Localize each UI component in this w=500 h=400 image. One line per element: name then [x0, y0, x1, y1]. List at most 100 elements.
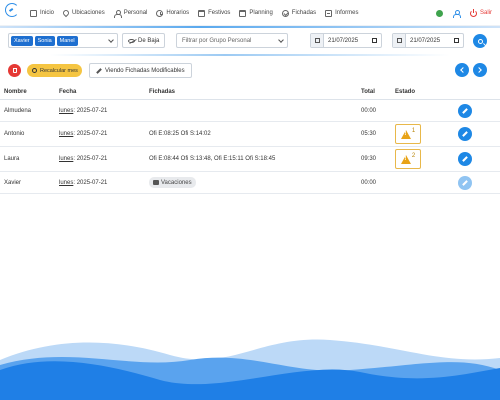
app-logo-icon[interactable]	[5, 3, 19, 17]
view-modifiable-button[interactable]: Viendo Fichadas Modificables	[89, 63, 192, 78]
table-header: Nombre Fecha Fichadas Total Estado	[0, 85, 500, 100]
nav-informes[interactable]: Informes	[325, 9, 359, 17]
cell-fichadas: Ofi E:08:44 Ofi S:13:48, Ofi E:15:11 Ofi…	[149, 156, 276, 162]
person-chip[interactable]: Manel	[56, 35, 78, 46]
date-from-input[interactable]: 21/07/2025	[324, 34, 381, 47]
warning-badge[interactable]: 1	[395, 124, 421, 144]
check-circle-icon	[281, 9, 289, 17]
chevron-left-icon	[460, 67, 466, 73]
cell-name: Laura	[4, 156, 20, 162]
nav-label: Horarios	[166, 10, 190, 16]
recalc-label: Recalcular mes	[40, 67, 78, 74]
group-filter-placeholder: Filtrar por Grupo Personal	[182, 37, 252, 44]
clock-icon	[32, 68, 37, 73]
table-row: Laura lunes: 2025-07-21 Ofi E:08:44 Ofi …	[0, 147, 500, 172]
calendar-icon	[396, 38, 402, 43]
edit-button[interactable]	[458, 127, 472, 141]
pencil-icon	[462, 180, 468, 186]
edit-button[interactable]	[458, 104, 472, 118]
delete-button[interactable]	[8, 64, 21, 77]
profile-user-icon[interactable]	[453, 9, 462, 18]
nav-label: Personal	[123, 10, 148, 16]
header-estado: Estado	[395, 89, 416, 95]
grid-icon	[30, 9, 37, 17]
nav-ubicaciones[interactable]: Ubicaciones	[61, 8, 105, 18]
calendar-picker-icon[interactable]	[454, 38, 459, 43]
nav-label: Inicio	[40, 10, 55, 16]
calendar-picker-icon[interactable]	[372, 38, 377, 43]
table-row: Almudena lunes: 2025-07-21 00:00	[0, 100, 500, 122]
user-icon	[114, 9, 123, 18]
language-globe-icon[interactable]	[435, 9, 443, 17]
nav-label: Ubicaciones	[72, 10, 105, 16]
edit-button[interactable]	[458, 152, 472, 166]
cell-dow[interactable]: lunes	[59, 180, 73, 186]
date-from-addon	[311, 34, 324, 47]
chevron-right-icon	[476, 67, 482, 73]
group-filter-select[interactable]: Filtrar por Grupo Personal	[176, 33, 288, 48]
nav-horarios[interactable]: Horarios	[156, 9, 190, 17]
cell-date-value: 2025-07-21	[76, 156, 108, 162]
date-to-input[interactable]: 21/07/2025	[406, 34, 463, 47]
cell-dow[interactable]: lunes	[59, 156, 73, 162]
filter-accent-line	[0, 54, 500, 56]
cell-name: Antonio	[4, 131, 25, 137]
de-baja-toggle[interactable]: De Baja	[122, 33, 166, 48]
warning-count: 1	[411, 127, 416, 134]
search-icon	[477, 38, 483, 44]
cell-date: lunes: 2025-07-21	[59, 131, 108, 137]
de-baja-label: De Baja	[138, 37, 160, 44]
nav-fichadas[interactable]: Fichadas	[281, 9, 317, 17]
logout-label: Salir	[479, 10, 492, 16]
person-chip[interactable]: Xavier	[11, 35, 33, 46]
nav-accent-line	[0, 26, 500, 28]
recalc-month-button[interactable]: Recalcular mes	[27, 64, 82, 77]
view-label: Viendo Fichadas Modificables	[105, 67, 185, 74]
chevron-down-icon	[278, 37, 284, 43]
cell-name: Almudena	[4, 108, 32, 114]
cell-dow[interactable]: lunes	[59, 131, 73, 137]
nav-planning[interactable]: Planning	[239, 9, 273, 17]
cell-dow[interactable]: lunes	[59, 108, 73, 114]
date-to-addon	[393, 34, 406, 47]
cell-date: lunes: 2025-07-21	[59, 180, 108, 186]
warning-badge[interactable]: 2	[395, 149, 421, 169]
warning-triangle-icon	[400, 129, 411, 139]
nav-personal[interactable]: Personal	[114, 9, 148, 18]
prev-day-button[interactable]	[455, 63, 469, 77]
date-to-group[interactable]: 21/07/2025	[392, 33, 464, 48]
nav-label: Fichadas	[291, 10, 317, 16]
logout-button[interactable]: Salir	[469, 8, 492, 17]
vacation-label: Vacaciones	[161, 179, 192, 186]
pencil-icon	[462, 131, 468, 137]
nav-label: Informes	[335, 10, 359, 16]
cell-name: Xavier	[4, 180, 22, 186]
date-to-value: 21/07/2025	[410, 37, 441, 44]
date-from-group[interactable]: 21/07/2025	[310, 33, 382, 48]
cell-fichadas: Ofi E:08:25 Ofi S:14:02	[149, 131, 211, 137]
clock-icon	[156, 9, 164, 17]
chevron-down-icon	[108, 37, 114, 43]
cell-total: 00:00	[361, 108, 377, 114]
header-fichadas: Fichadas	[149, 89, 176, 95]
search-button[interactable]	[473, 34, 487, 48]
people-multiselect[interactable]: Xavier Sonia Manel	[8, 33, 118, 48]
power-icon	[469, 8, 477, 17]
main-nav: Inicio Ubicaciones Personal Horarios Fes…	[30, 0, 367, 26]
person-chip[interactable]: Sonia	[34, 35, 55, 46]
nav-inicio[interactable]: Inicio	[30, 9, 55, 17]
pencil-icon	[462, 108, 468, 114]
next-day-button[interactable]	[473, 63, 487, 77]
cell-total: 09:30	[361, 156, 377, 162]
edit-button-disabled	[458, 176, 472, 190]
cell-total: 00:00	[361, 180, 377, 186]
decorative-waves	[0, 339, 500, 400]
cell-date: lunes: 2025-07-21	[59, 108, 108, 114]
pencil-icon	[462, 156, 468, 162]
header-nombre: Nombre	[4, 89, 27, 95]
nav-label: Planning	[249, 10, 273, 16]
nav-festivos[interactable]: Festivos	[198, 9, 230, 17]
table-row: Xavier lunes: 2025-07-21 Vacaciones 00:0…	[0, 172, 500, 194]
location-icon	[61, 8, 71, 18]
top-navbar: Inicio Ubicaciones Personal Horarios Fes…	[0, 0, 500, 26]
